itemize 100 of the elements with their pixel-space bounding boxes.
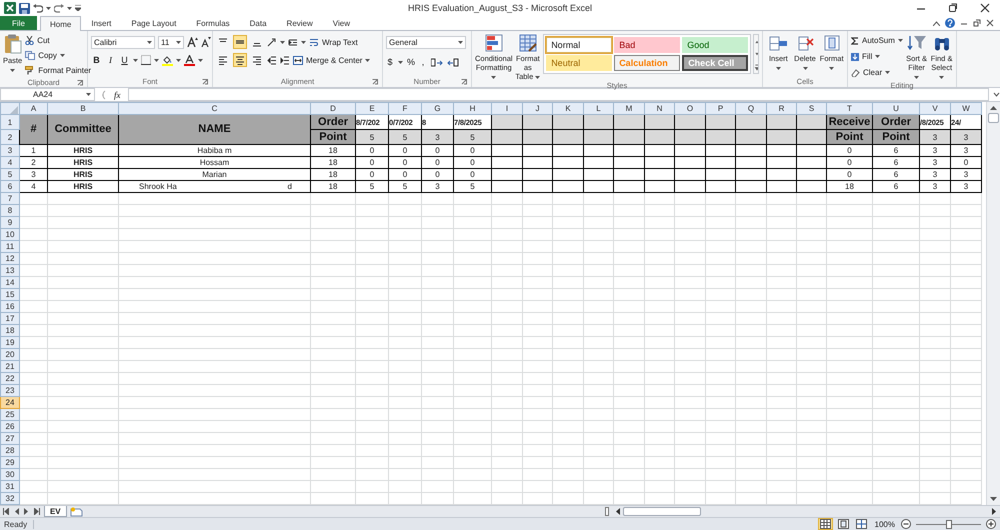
cell-style-option[interactable]: Neutral xyxy=(546,55,612,71)
page-layout-button[interactable] xyxy=(836,518,851,530)
cell-style-option[interactable]: Good xyxy=(682,37,748,53)
scroll-thumb[interactable] xyxy=(623,507,702,516)
row-header[interactable]: 19 xyxy=(0,336,20,348)
row-header[interactable]: 24 xyxy=(0,396,20,408)
normal-view-button[interactable] xyxy=(818,518,833,530)
column-header[interactable]: S xyxy=(796,102,826,114)
underline-button[interactable]: U xyxy=(119,54,130,66)
currency-button[interactable]: $ xyxy=(386,56,394,68)
row-header[interactable]: 32 xyxy=(0,492,20,504)
column-header[interactable]: B xyxy=(48,102,118,114)
row-header[interactable]: 4 xyxy=(0,156,20,168)
row-header[interactable]: 18 xyxy=(0,324,20,336)
row-header[interactable]: 1 xyxy=(0,114,20,130)
row-header[interactable]: 14 xyxy=(0,276,20,288)
row-header[interactable]: 8 xyxy=(0,204,20,216)
row-header[interactable]: 21 xyxy=(0,360,20,372)
redo-icon[interactable] xyxy=(54,4,64,12)
row-header[interactable]: 11 xyxy=(0,240,20,252)
ribbon-tab[interactable]: Formulas xyxy=(186,16,240,30)
increase-indent-icon[interactable] xyxy=(280,56,290,64)
help-icon[interactable] xyxy=(945,18,955,28)
column-header[interactable]: D xyxy=(310,102,356,114)
indent-icon[interactable] xyxy=(288,38,298,46)
row-header[interactable]: 22 xyxy=(0,372,20,384)
column-header[interactable]: I xyxy=(492,102,522,114)
fill-color-icon[interactable] xyxy=(162,54,173,66)
column-header[interactable]: C xyxy=(118,102,310,114)
row-header[interactable]: 6 xyxy=(0,180,20,192)
page-break-button[interactable] xyxy=(854,518,869,530)
dialog-launcher-icon[interactable] xyxy=(202,79,208,85)
merge-center-button[interactable]: Merge & Center xyxy=(293,54,370,66)
borders-icon[interactable] xyxy=(141,55,151,65)
split-handle-icon[interactable] xyxy=(605,507,610,516)
column-header[interactable]: O xyxy=(674,102,706,114)
row-header[interactable]: 27 xyxy=(0,432,20,444)
scroll-right-icon[interactable] xyxy=(992,508,998,515)
row-header[interactable]: 13 xyxy=(0,264,20,276)
row-header[interactable]: 26 xyxy=(0,420,20,432)
column-header[interactable]: E xyxy=(356,102,388,114)
grow-font-icon[interactable] xyxy=(187,37,198,47)
column-header[interactable]: N xyxy=(644,102,674,114)
shrink-font-icon[interactable] xyxy=(201,37,211,47)
column-header[interactable]: F xyxy=(388,102,422,114)
close-icon[interactable] xyxy=(986,19,994,27)
row-header[interactable]: 25 xyxy=(0,408,20,420)
column-header[interactable]: H xyxy=(454,102,492,114)
restore-icon[interactable] xyxy=(973,19,981,27)
restore-icon[interactable] xyxy=(948,3,958,13)
name-box[interactable]: AA24 xyxy=(0,88,95,101)
column-header[interactable]: J xyxy=(522,102,552,114)
row-header[interactable]: 15 xyxy=(0,288,20,300)
last-sheet-icon[interactable] xyxy=(34,508,40,515)
row-header[interactable]: 5 xyxy=(0,168,20,180)
row-header[interactable]: 7 xyxy=(0,192,20,204)
dialog-launcher-icon[interactable] xyxy=(461,79,467,85)
collapse-ribbon-icon[interactable] xyxy=(933,20,940,26)
font-field[interactable]: Calibri xyxy=(91,36,155,48)
ribbon-tab[interactable]: View xyxy=(322,16,360,30)
row-header[interactable]: 31 xyxy=(0,480,20,492)
close-icon[interactable] xyxy=(980,3,990,13)
undo-icon[interactable] xyxy=(33,4,43,12)
column-header[interactable]: K xyxy=(552,102,584,114)
first-sheet-icon[interactable] xyxy=(3,508,9,515)
text-orientation-icon[interactable] xyxy=(267,38,277,46)
wrap-text-button[interactable]: Wrap Text xyxy=(309,36,358,48)
expand-icon[interactable] xyxy=(993,92,1000,97)
number-format-field[interactable]: General xyxy=(386,36,466,49)
font-color-icon[interactable] xyxy=(184,54,195,66)
column-header[interactable]: G xyxy=(422,102,454,114)
column-header[interactable]: V xyxy=(920,102,950,114)
comma-button[interactable]: , xyxy=(419,56,427,68)
column-header[interactable]: W xyxy=(950,102,982,114)
slider-thumb[interactable] xyxy=(946,520,952,528)
column-header[interactable]: T xyxy=(826,102,872,114)
insert-sheet-icon[interactable] xyxy=(70,506,83,516)
ribbon-tab[interactable]: Home xyxy=(40,16,82,31)
ribbon-tab[interactable]: Insert xyxy=(81,16,122,30)
row-header[interactable]: 23 xyxy=(0,384,20,396)
percent-button[interactable]: % xyxy=(407,56,415,68)
decrease-decimal-icon[interactable] xyxy=(447,58,459,66)
dialog-launcher-icon[interactable] xyxy=(77,80,83,86)
formula-input[interactable] xyxy=(128,88,989,101)
row-header[interactable]: 3 xyxy=(0,144,20,156)
spreadsheet-app-icon[interactable] xyxy=(4,2,16,14)
ribbon-tab[interactable]: Review xyxy=(276,16,323,30)
row-header[interactable]: 16 xyxy=(0,300,20,312)
previous-sheet-icon[interactable] xyxy=(14,508,19,515)
column-header[interactable]: M xyxy=(614,102,644,114)
cell-style-option[interactable]: Normal xyxy=(546,37,612,53)
fill-button[interactable]: Fill xyxy=(851,50,903,63)
vertical-scrollbar[interactable] xyxy=(986,102,1000,505)
cut-button[interactable]: Cut xyxy=(25,34,92,47)
copy-button[interactable]: Copy xyxy=(25,49,92,62)
zoom-out-icon[interactable] xyxy=(901,519,911,529)
center-button[interactable] xyxy=(233,53,247,67)
column-header[interactable]: L xyxy=(584,102,614,114)
row-header[interactable]: 30 xyxy=(0,468,20,480)
font-size-field[interactable]: 11 xyxy=(158,36,184,48)
